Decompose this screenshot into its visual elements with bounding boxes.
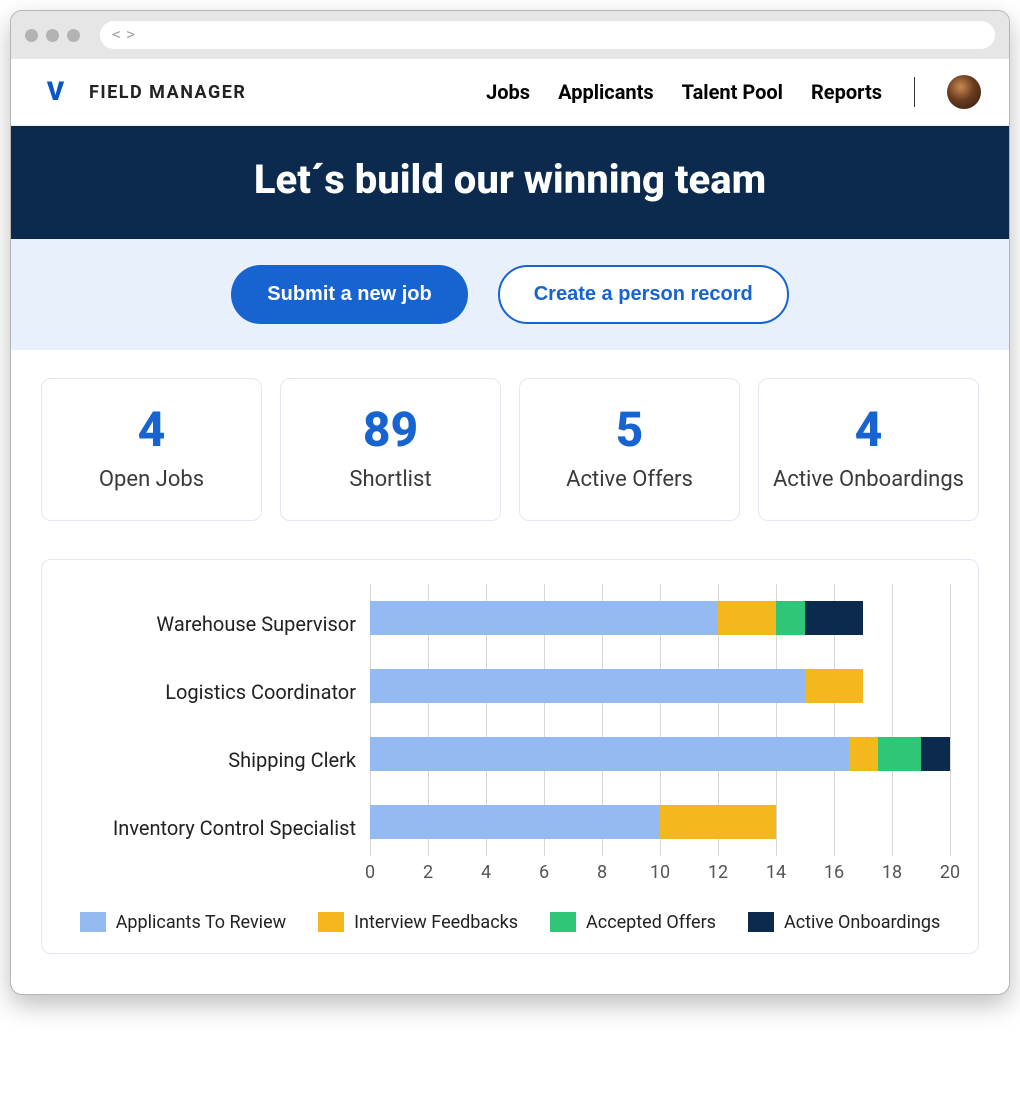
chart-category-label: Warehouse Supervisor [70, 590, 370, 658]
x-tick: 18 [882, 862, 902, 883]
chart-category-label: Inventory Control Specialist [70, 794, 370, 862]
stats-row: 4 Open Jobs 89 Shortlist 5 Active Offers… [11, 350, 1009, 549]
chart-bar-segment [370, 737, 849, 771]
stat-value: 5 [530, 401, 729, 458]
chart-bar-row [370, 720, 950, 788]
x-tick: 4 [481, 862, 491, 883]
legend-label: Active Onboardings [784, 912, 940, 933]
x-tick: 12 [708, 862, 728, 883]
x-tick: 0 [365, 862, 375, 883]
x-tick: 14 [766, 862, 786, 883]
chart-bar-segment [849, 737, 878, 771]
chart-bar-segment [370, 601, 718, 635]
chart-bar-row [370, 584, 950, 652]
legend-swatch [318, 912, 344, 932]
chart-bar-row [370, 652, 950, 720]
url-bar[interactable]: < > [100, 21, 995, 49]
chart-gridline [950, 584, 951, 856]
app-title: FIELD MANAGER [89, 82, 246, 103]
chart-bar-row [370, 788, 950, 856]
chart-bar-segment [370, 669, 805, 703]
stat-value: 4 [52, 401, 251, 458]
window-controls [25, 29, 80, 42]
chart-bar-stack [370, 601, 950, 635]
nav-talent-pool[interactable]: Talent Pool [682, 80, 783, 104]
chart-legend: Applicants To Review Interview Feedbacks A… [70, 912, 950, 933]
x-tick: 20 [940, 862, 960, 883]
legend-item: Applicants To Review [80, 912, 286, 933]
stat-label: Shortlist [291, 466, 490, 494]
legend-label: Accepted Offers [586, 912, 716, 933]
nav-jobs[interactable]: Jobs [486, 80, 530, 104]
legend-item: Interview Feedbacks [318, 912, 518, 933]
chart-bar-stack [370, 805, 950, 839]
browser-window: < > V FIELD MANAGER Jobs Applicants Tale… [10, 10, 1010, 995]
chart-category-labels: Warehouse SupervisorLogistics Coordinato… [70, 584, 370, 888]
legend-swatch [550, 912, 576, 932]
x-tick: 6 [539, 862, 549, 883]
chart-plot [370, 584, 950, 856]
chart-bar-segment [921, 737, 950, 771]
nav-divider [914, 77, 915, 107]
stat-value: 89 [291, 401, 490, 458]
logo-icon: V [39, 76, 71, 108]
stat-active-offers[interactable]: 5 Active Offers [519, 378, 740, 521]
stat-value: 4 [769, 401, 968, 458]
browser-chrome: < > [11, 11, 1009, 59]
legend-label: Applicants To Review [116, 912, 286, 933]
x-tick: 8 [597, 862, 607, 883]
avatar[interactable] [947, 75, 981, 109]
close-window-dot[interactable] [25, 29, 38, 42]
stat-label: Active Onboardings [769, 466, 968, 494]
pipeline-chart: Warehouse SupervisorLogistics Coordinato… [41, 559, 979, 954]
legend-swatch [748, 912, 774, 932]
hero-banner: Let´s build our winning team [11, 126, 1009, 239]
stat-shortlist[interactable]: 89 Shortlist [280, 378, 501, 521]
x-tick: 2 [423, 862, 433, 883]
chart-bar-segment [718, 601, 776, 635]
stat-open-jobs[interactable]: 4 Open Jobs [41, 378, 262, 521]
chart-bar-segment [805, 669, 863, 703]
stat-label: Open Jobs [52, 466, 251, 494]
hero-title: Let´s build our winning team [31, 156, 989, 203]
nav-back-icon[interactable]: < [112, 28, 120, 42]
chart-bar-segment [805, 601, 863, 635]
chart-bar-stack [370, 737, 950, 771]
action-strip: Submit a new job Create a person record [11, 239, 1009, 350]
chart-bar-segment [370, 805, 660, 839]
minimize-window-dot[interactable] [46, 29, 59, 42]
legend-item: Active Onboardings [748, 912, 940, 933]
chart-bar-segment [878, 737, 922, 771]
chart-bar-stack [370, 669, 950, 703]
create-person-button[interactable]: Create a person record [498, 265, 789, 324]
legend-swatch [80, 912, 106, 932]
chart-category-label: Logistics Coordinator [70, 658, 370, 726]
x-tick: 10 [650, 862, 670, 883]
chart-category-label: Shipping Clerk [70, 726, 370, 794]
stat-active-onboardings[interactable]: 4 Active Onboardings [758, 378, 979, 521]
stat-label: Active Offers [530, 466, 729, 494]
app-header: V FIELD MANAGER Jobs Applicants Talent P… [11, 59, 1009, 126]
nav-forward-icon[interactable]: > [126, 28, 134, 42]
chart-bar-segment [776, 601, 805, 635]
legend-label: Interview Feedbacks [354, 912, 518, 933]
chart-x-axis: 02468101214161820 [370, 862, 950, 888]
nav-reports[interactable]: Reports [811, 80, 882, 104]
x-tick: 16 [824, 862, 844, 883]
chart-bar-segment [660, 805, 776, 839]
maximize-window-dot[interactable] [67, 29, 80, 42]
submit-job-button[interactable]: Submit a new job [231, 265, 467, 324]
nav-applicants[interactable]: Applicants [558, 80, 654, 104]
primary-nav: Jobs Applicants Talent Pool Reports [486, 75, 981, 109]
legend-item: Accepted Offers [550, 912, 716, 933]
